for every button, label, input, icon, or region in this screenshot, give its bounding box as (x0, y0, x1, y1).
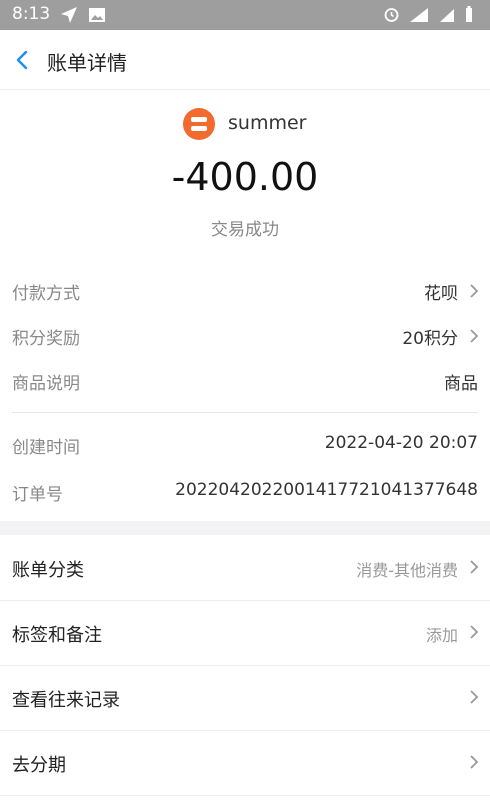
action-label: 去分期 (12, 755, 66, 776)
action-value: 消费-其他消费 (356, 561, 458, 580)
divider (12, 412, 478, 413)
transaction-status: 交易成功 (211, 220, 279, 240)
merchant-name: summer (228, 112, 307, 134)
row-label: 积分奖励 (12, 329, 80, 349)
row-value: 2022-04-20 20:07 (324, 433, 478, 453)
nav-bar: 账单详情 (0, 30, 490, 90)
detail-row-payment-method[interactable]: 付款方式 花呗 (0, 268, 490, 313)
row-value: 20积分 (402, 329, 458, 349)
chevron-right-icon (470, 625, 479, 639)
section-gap (0, 521, 490, 535)
status-right-icons (383, 6, 474, 23)
amount: -400.00 (171, 155, 319, 199)
chevron-right-icon (470, 690, 479, 704)
merchant-logo-icon (183, 108, 215, 140)
status-time: 8:13 (12, 4, 51, 24)
chevron-right-icon (470, 284, 479, 298)
signal-4g-icon (410, 8, 428, 22)
detail-row-created-time: 创建时间 2022-04-20 20:07 (0, 422, 490, 467)
back-button[interactable] (10, 46, 36, 74)
chevron-left-icon (16, 50, 28, 70)
divider (0, 795, 490, 796)
image-icon (89, 8, 105, 22)
chevron-right-icon (470, 755, 479, 769)
status-left-icons (60, 6, 106, 24)
row-label: 商品说明 (12, 374, 80, 394)
action-label: 账单分类 (12, 560, 84, 581)
row-value: 2022042022001417721041377648 (175, 480, 478, 500)
detail-row-points-reward[interactable]: 积分奖励 20积分 (0, 313, 490, 358)
detail-row-order-number: 订单号 2022042022001417721041377648 (0, 469, 490, 514)
page-title: 账单详情 (47, 51, 127, 75)
signal-icon (440, 9, 454, 22)
action-tags-notes[interactable]: 标签和备注 添加 (0, 601, 490, 665)
send-icon (61, 7, 77, 23)
action-installment[interactable]: 去分期 (0, 731, 490, 795)
merchant-info: summer (0, 107, 490, 141)
bill-header: summer -400.00 交易成功 (0, 91, 490, 251)
chevron-right-icon (470, 329, 479, 343)
row-value: 商品 (444, 374, 478, 394)
row-label: 订单号 (12, 485, 63, 505)
status-bar: 8:13 (0, 0, 490, 30)
row-label: 创建时间 (12, 438, 80, 458)
row-label: 付款方式 (12, 284, 80, 304)
battery-icon (466, 6, 472, 22)
alarm-icon (384, 8, 399, 22)
action-value: 添加 (425, 626, 458, 645)
detail-row-product-description: 商品说明 商品 (0, 358, 490, 403)
action-view-history[interactable]: 查看往来记录 (0, 666, 490, 730)
action-label: 标签和备注 (12, 625, 102, 646)
chevron-right-icon (470, 560, 479, 574)
row-value: 花呗 (424, 284, 458, 304)
action-label: 查看往来记录 (12, 690, 120, 711)
action-bill-category[interactable]: 账单分类 消费-其他消费 (0, 536, 490, 600)
